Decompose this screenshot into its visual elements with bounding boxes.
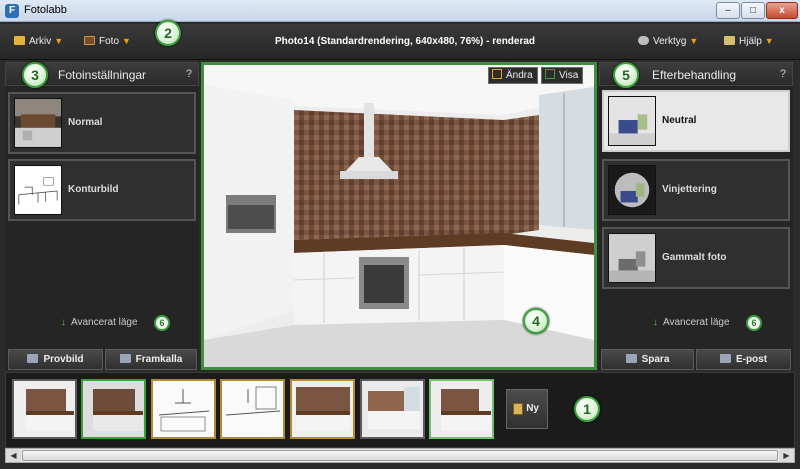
minimize-button[interactable]: –: [716, 2, 740, 19]
window-titlebar: F Fotolabb – □ x: [0, 0, 800, 22]
chevron-down-icon: ▼: [689, 36, 699, 46]
film-thumbnail[interactable]: [220, 379, 285, 439]
new-photo-label: Ny: [526, 403, 539, 414]
preview-button[interactable]: Provbild: [8, 349, 103, 370]
edit-toggle-label: Ändra: [506, 70, 533, 81]
effect-option-old-photo[interactable]: Gammalt foto: [602, 227, 790, 289]
save-button[interactable]: Spara: [601, 349, 694, 370]
thumbnail-image: [222, 381, 283, 437]
callout-badge-3: 3: [22, 62, 48, 88]
option-label: Neutral: [662, 115, 697, 126]
callout-badge-2: 2: [155, 20, 181, 46]
menu-foto-label: Foto: [99, 36, 120, 47]
option-label: Gammalt foto: [662, 252, 727, 263]
save-icon: [625, 354, 637, 363]
menu-verktyg[interactable]: Verktyg ▼: [638, 36, 698, 47]
advanced-mode-label: Avancerat läge: [663, 317, 730, 328]
callout-badge-5: 5: [613, 62, 639, 88]
advanced-mode-link[interactable]: ↓ Avancerat läge: [61, 317, 138, 328]
chevron-down-icon: ▼: [764, 36, 774, 46]
film-icon: [84, 36, 95, 45]
scroll-right-icon[interactable]: ▶: [779, 449, 794, 462]
menu-arkiv[interactable]: Arkiv ▼: [14, 36, 63, 47]
post-processing-panel: Efterbehandling ? Neutral Vinjettering G…: [599, 62, 793, 370]
option-label: Konturbild: [68, 184, 119, 195]
photo-settings-panel: Fotoinställningar ? Normal Konturbild ↓ A…: [5, 62, 199, 370]
develop-button[interactable]: Framkalla: [105, 349, 197, 370]
film-thumbnail[interactable]: [360, 379, 425, 439]
view-checkbox-icon: [545, 69, 555, 79]
folder-icon: [14, 36, 25, 45]
close-button[interactable]: x: [766, 2, 798, 19]
render-status-title: Photo14 (Standardrendering, 640x480, 76%…: [274, 36, 536, 47]
new-photo-icon: [513, 403, 523, 415]
callout-badge-6: 6: [154, 315, 170, 331]
photo-filmstrip: Ny: [5, 372, 795, 448]
edit-checkbox-icon: [492, 69, 502, 79]
thumbnail-image: [83, 381, 144, 437]
old-photo-thumbnail: [608, 233, 656, 283]
film-thumbnail[interactable]: [12, 379, 77, 439]
menu-arkiv-label: Arkiv: [29, 36, 52, 47]
thumbnail-image: [153, 381, 214, 437]
contour-thumbnail: [14, 165, 62, 215]
chevron-down-icon: ▼: [122, 36, 131, 46]
normal-thumbnail: [14, 98, 62, 148]
callout-badge-6: 6: [746, 315, 762, 331]
maximize-button[interactable]: □: [741, 2, 765, 19]
main-toolbar: Arkiv ▼ Foto ▼ Photo14 (Standardrendering,…: [0, 24, 800, 60]
arrow-down-icon: ↓: [61, 317, 66, 328]
menu-hjalp-label: Hjälp: [739, 36, 762, 47]
preview-button-label: Provbild: [43, 354, 84, 365]
effect-option-vignette[interactable]: Vinjettering: [602, 159, 790, 221]
camera-icon: [27, 354, 39, 363]
email-button[interactable]: E-post: [696, 349, 791, 370]
advanced-mode-label: Avancerat läge: [71, 317, 138, 328]
develop-button-label: Framkalla: [135, 354, 183, 365]
email-button-label: E-post: [735, 354, 768, 365]
panel-title: Efterbehandling: [652, 68, 737, 82]
menu-hjalp[interactable]: Hjälp ▼: [724, 36, 774, 47]
develop-icon: [119, 354, 131, 363]
scrollbar-thumb[interactable]: [22, 450, 778, 461]
vignette-thumbnail: [608, 165, 656, 215]
edit-toggle[interactable]: Ändra: [488, 67, 538, 84]
advanced-mode-link[interactable]: ↓ Avancerat läge: [653, 317, 730, 328]
panel-title: Fotoinställningar: [58, 68, 147, 82]
film-thumbnail[interactable]: [290, 379, 355, 439]
option-label: Vinjettering: [662, 184, 717, 195]
thumbnail-image: [292, 381, 353, 437]
help-icon: [724, 36, 735, 45]
scroll-left-icon[interactable]: ◀: [6, 449, 21, 462]
setting-option-contour[interactable]: Konturbild: [8, 159, 196, 221]
callout-badge-4: 4: [523, 308, 549, 334]
new-photo-button[interactable]: Ny: [506, 389, 548, 429]
chevron-down-icon: ▼: [54, 36, 64, 46]
thumbnail-image: [14, 381, 75, 437]
callout-badge-1: 1: [574, 396, 600, 422]
setting-option-normal[interactable]: Normal: [8, 92, 196, 154]
film-thumbnail[interactable]: [81, 379, 146, 439]
arrow-down-icon: ↓: [653, 317, 658, 328]
view-toggle[interactable]: Visa: [541, 67, 584, 84]
thumbnail-image: [431, 381, 492, 437]
email-icon: [719, 354, 731, 363]
app-logo-icon: F: [5, 4, 19, 18]
filmstrip-scrollbar[interactable]: ◀ ▶: [5, 448, 795, 463]
film-thumbnail[interactable]: [151, 379, 216, 439]
thumbnail-image: [362, 381, 423, 437]
film-thumbnail-current[interactable]: [429, 379, 494, 439]
view-toggle-label: Visa: [559, 70, 579, 81]
menu-foto[interactable]: Foto ▼: [84, 36, 131, 47]
gear-icon: [638, 36, 649, 45]
effect-option-neutral[interactable]: Neutral: [602, 90, 790, 152]
window-title: Fotolabb: [24, 4, 67, 16]
save-button-label: Spara: [641, 354, 670, 365]
help-icon[interactable]: ?: [186, 68, 192, 80]
option-label: Normal: [68, 117, 103, 128]
menu-verktyg-label: Verktyg: [653, 36, 687, 47]
help-icon[interactable]: ?: [780, 68, 786, 80]
neutral-thumbnail: [608, 96, 656, 146]
